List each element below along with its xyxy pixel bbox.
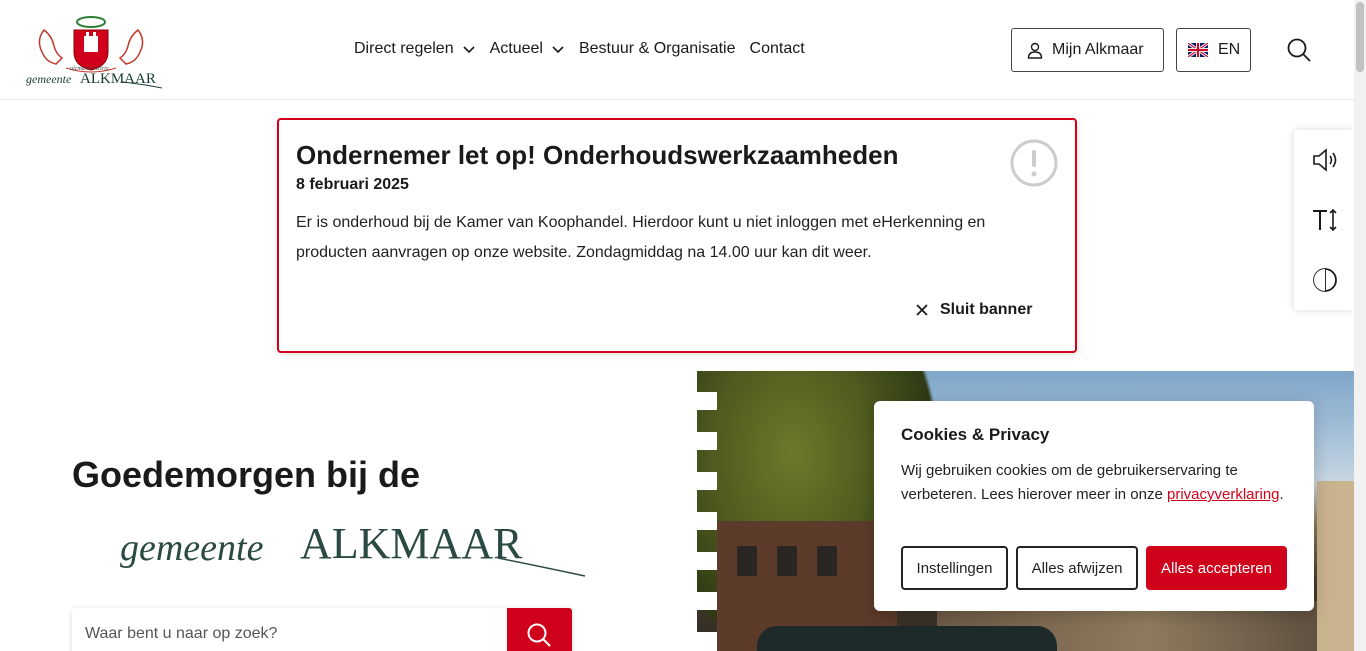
svg-text:ALKMAAR: ALKMAAR	[300, 520, 523, 568]
alert-banner: Ondernemer let op! Onderhoudswerkzaamhed…	[277, 118, 1077, 353]
close-icon	[916, 304, 928, 316]
reject-all-button[interactable]: Alles afwijzen	[1016, 546, 1138, 590]
mijn-alkmaar-label: Mijn Alkmaar	[1052, 41, 1144, 58]
nav-item-contact[interactable]: Contact	[750, 36, 805, 62]
uk-flag-icon	[1188, 43, 1208, 57]
language-label: EN	[1218, 41, 1241, 58]
hero-logo: gemeente ALKMAAR	[118, 519, 588, 580]
cookie-body-end: .	[1279, 486, 1284, 503]
text-size-icon[interactable]	[1310, 205, 1340, 235]
search-button[interactable]	[507, 608, 572, 651]
close-banner-button[interactable]: Sluit banner	[916, 301, 1032, 319]
search-box	[72, 608, 572, 651]
nav-label: Direct regelen	[354, 40, 454, 57]
nav-item-actueel[interactable]: Actueel	[490, 36, 565, 62]
coat-of-arms-icon: alcmaria victrix gemeente ALKMAAR	[26, 16, 163, 89]
banner-date: 8 februari 2025	[296, 176, 409, 193]
nav-item-bestuur[interactable]: Bestuur & Organisatie	[579, 36, 736, 62]
nav-label: Contact	[749, 40, 805, 57]
cookie-title: Cookies & Privacy	[901, 425, 1050, 444]
chevron-down-icon	[463, 46, 475, 54]
search-input[interactable]	[72, 608, 507, 651]
nav-item-direct-regelen[interactable]: Direct regelen	[354, 36, 476, 62]
svg-text:gemeente: gemeente	[120, 527, 264, 569]
accept-all-button[interactable]: Alles accepteren	[1146, 546, 1287, 590]
svg-text:gemeente: gemeente	[26, 72, 72, 86]
contrast-icon[interactable]	[1310, 265, 1340, 295]
banner-text: Er is onderhoud bij de Kamer van Koophan…	[296, 214, 986, 261]
cookie-text: Wij gebruiken cookies om de gebruikerser…	[901, 459, 1291, 507]
user-icon	[1027, 42, 1043, 59]
search-icon	[527, 623, 551, 647]
search-icon[interactable]	[1286, 37, 1312, 63]
exclamation-icon	[1010, 139, 1058, 187]
chevron-down-icon	[552, 46, 564, 54]
main-nav: Direct regelen Actueel Bestuur & Organis…	[354, 36, 819, 62]
privacy-link[interactable]: privacyverklaring	[1167, 486, 1280, 503]
close-banner-label: Sluit banner	[940, 301, 1033, 318]
banner-title: Ondernemer let op! Onderhoudswerkzaamhed…	[296, 140, 899, 170]
speaker-icon[interactable]	[1310, 145, 1340, 175]
scrollbar[interactable]	[1354, 0, 1366, 651]
nav-label: Bestuur & Organisatie	[578, 40, 736, 57]
site-header: alcmaria victrix gemeente ALKMAAR Direct…	[0, 0, 1354, 100]
mijn-alkmaar-button[interactable]: Mijn Alkmaar	[1011, 28, 1164, 72]
alkmaar-logo[interactable]: alcmaria victrix gemeente ALKMAAR	[26, 10, 166, 90]
scrollbar-thumb[interactable]	[1356, 2, 1364, 72]
language-button[interactable]: EN	[1176, 28, 1251, 72]
hero-greeting: Goedemorgen bij de	[72, 454, 421, 495]
alkmaar-wordmark: gemeente ALKMAAR	[120, 519, 586, 577]
cookie-dialog: Cookies & Privacy Wij gebruiken cookies …	[874, 401, 1314, 611]
settings-button[interactable]: Instellingen	[901, 546, 1008, 590]
accessibility-toolbar	[1294, 130, 1354, 310]
nav-label: Actueel	[489, 40, 543, 57]
